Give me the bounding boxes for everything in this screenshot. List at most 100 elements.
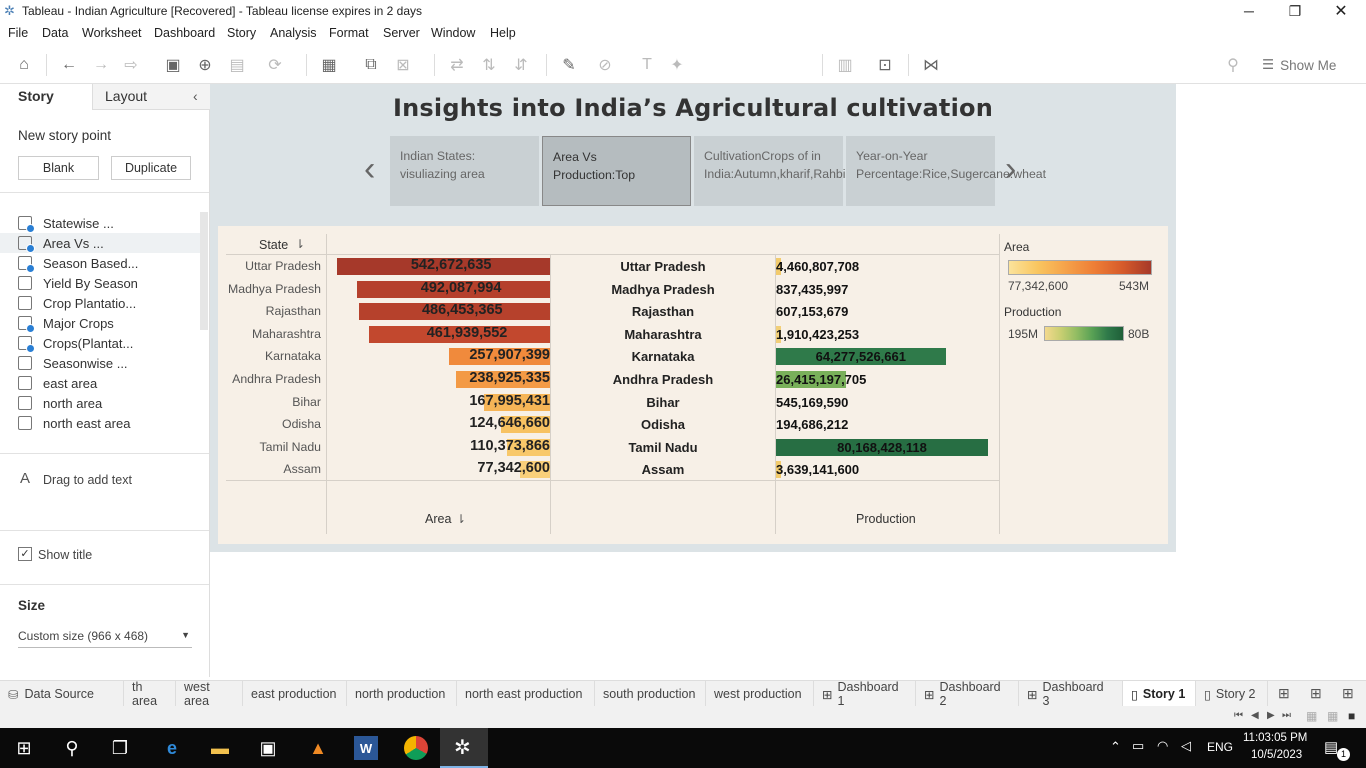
store-icon[interactable]: ▣ [256, 736, 280, 760]
menu-story[interactable]: Story [227, 26, 256, 40]
collapse-pane-icon[interactable]: ‹ [193, 88, 198, 104]
show-title-checkbox[interactable]: ✓ [18, 547, 32, 561]
previous-sheet-icon[interactable]: ◀ [1251, 710, 1259, 721]
story-point-2[interactable]: Area Vs Production:Top [542, 136, 691, 206]
file-explorer-icon[interactable]: ▬ [208, 736, 232, 760]
presentation-mode-icon[interactable]: ⊡ [874, 54, 896, 76]
swap-icon[interactable]: ⇄ [446, 54, 468, 76]
next-sheet-icon[interactable]: ▶ [1267, 710, 1275, 721]
tab-sheet[interactable]: south production [595, 681, 706, 707]
pause-updates-icon[interactable]: ▤ [226, 54, 248, 76]
word-icon[interactable]: W [354, 736, 378, 760]
clock-date[interactable]: 10/5/2023 [1251, 749, 1302, 761]
close-button[interactable]: ✕ [1318, 0, 1364, 22]
restore-button[interactable]: ❐ [1272, 0, 1318, 22]
sheet-item[interactable]: north east area [18, 413, 200, 433]
sheet-item[interactable]: east area [18, 373, 200, 393]
drag-text-label[interactable]: Drag to add text [43, 473, 132, 487]
share-icon[interactable]: ⋈ [920, 54, 942, 76]
viz-row[interactable]: Maharashtra 461,939,552 Maharashtra 1,910,4… [218, 324, 999, 347]
sheet-item[interactable]: Area Vs ... [0, 233, 200, 253]
show-hidden-icons-icon[interactable]: ⌃ [1110, 739, 1121, 755]
tab-sheet[interactable]: west area [176, 680, 243, 708]
attach-icon[interactable]: ⊘ [594, 54, 616, 76]
tableau-taskbar-button[interactable]: ✲ [440, 728, 488, 768]
menu-format[interactable]: Format [329, 26, 369, 40]
story-point-4[interactable]: Year-on-Year Percentage:Rice,Sugercane.w… [846, 136, 1046, 206]
duplicate-sheet-icon[interactable]: ⧉ [360, 54, 382, 76]
tab-dashboard[interactable]: ⊞ Dashboard 2 [916, 680, 1019, 708]
search-icon[interactable]: ⚲ [60, 736, 84, 760]
text-label-icon[interactable]: T [636, 54, 658, 76]
menu-dashboard[interactable]: Dashboard [154, 26, 215, 40]
viz-row[interactable]: Karnataka 257,907,399 Karnataka 64,277,526,… [218, 346, 999, 369]
format-painter-icon[interactable]: ⚲ [1222, 54, 1244, 76]
sort-descending-icon[interactable]: ⇵ [510, 54, 532, 76]
production-color-legend[interactable] [1044, 326, 1124, 341]
first-sheet-icon[interactable]: ⏮ [1234, 710, 1243, 721]
show-cards-icon[interactable]: ▥ [834, 54, 856, 76]
sheet-item[interactable]: Crops(Plantat... [18, 333, 200, 353]
refresh-icon[interactable]: ⟳ [264, 54, 286, 76]
story-point-1[interactable]: Indian States: visuliazing area [390, 136, 539, 206]
menu-server[interactable]: Server [383, 26, 420, 40]
redo-icon[interactable]: → [90, 54, 112, 76]
sort-icon[interactable]: ⇂ [456, 512, 466, 526]
show-sorter-icon[interactable]: ▦ [1327, 709, 1338, 723]
pin-icon[interactable]: ✦ [666, 54, 688, 76]
language-indicator[interactable]: ENG [1207, 740, 1233, 754]
previous-point-icon[interactable]: ‹ [364, 150, 375, 189]
chrome-icon[interactable] [404, 736, 428, 760]
edge-icon[interactable]: e [160, 736, 184, 760]
sheet-item[interactable]: north area [18, 393, 200, 413]
tab-sheet[interactable]: th area [124, 680, 176, 708]
blank-button[interactable]: Blank [18, 156, 99, 180]
home-icon[interactable]: ⌂ [13, 54, 35, 76]
minimize-button[interactable]: ─ [1226, 0, 1272, 22]
tab-data-source[interactable]: ⛁ Data Source [0, 681, 124, 707]
tab-dashboard[interactable]: ⊞ Dashboard 3 [1019, 680, 1123, 708]
new-data-source-icon[interactable]: ⊕ [194, 54, 216, 76]
new-story-tab-icon[interactable]: ⊞ [1342, 685, 1354, 702]
tab-story[interactable]: ▯ Story 2 [1196, 681, 1268, 707]
viz-row[interactable]: Madhya Pradesh 492,087,994 Madhya Pradesh 8… [218, 279, 999, 302]
wifi-icon[interactable]: ◠ [1157, 738, 1168, 754]
last-sheet-icon[interactable]: ⏭ [1282, 710, 1291, 721]
clear-sheet-icon[interactable]: ⊠ [392, 54, 414, 76]
new-dashboard-tab-icon[interactable]: ⊞ [1310, 685, 1322, 702]
menu-help[interactable]: Help [490, 26, 516, 40]
show-filmstrip-icon[interactable]: ▦ [1306, 709, 1317, 723]
size-dropdown[interactable]: Custom size (966 x 468) ▼ [18, 626, 192, 648]
state-header[interactable]: State [259, 238, 288, 252]
tab-sheet[interactable]: north east production [457, 681, 595, 707]
sheet-list-scrollbar[interactable] [200, 212, 208, 330]
sort-ascending-icon[interactable]: ⇅ [478, 54, 500, 76]
menu-data[interactable]: Data [42, 26, 68, 40]
tab-story-1[interactable]: ▯ Story 1 [1123, 681, 1196, 707]
windows-start-icon[interactable]: ⊞ [12, 736, 36, 760]
duplicate-button[interactable]: Duplicate [111, 156, 191, 180]
battery-icon[interactable]: ▭ [1132, 738, 1144, 754]
viz-row[interactable]: Rajasthan 486,453,365 Rajasthan 607,153,679 [218, 301, 999, 324]
highlight-icon[interactable]: ✎ [558, 54, 580, 76]
new-worksheet-tab-icon[interactable]: ⊞ [1278, 685, 1290, 702]
tab-sheet[interactable]: west production [706, 681, 814, 707]
show-me-button[interactable]: ☰ Show Me [1262, 54, 1336, 76]
clock-time[interactable]: 11:03:05 PM [1243, 732, 1307, 744]
story-point-3[interactable]: CultivationCrops of in India:Autumn,khar… [694, 136, 934, 206]
sheet-item[interactable]: Crop Plantatio... [18, 293, 200, 313]
save-icon[interactable]: ▣ [162, 54, 184, 76]
tab-story[interactable]: Story [0, 84, 92, 110]
tab-sheet[interactable]: north production [347, 681, 457, 707]
sort-icon[interactable]: ⇂ [295, 237, 305, 251]
tab-sheet[interactable]: east production [243, 681, 347, 707]
vlc-icon[interactable]: ▲ [306, 736, 330, 760]
viz-row[interactable]: Tamil Nadu 110,373,866 Tamil Nadu 80,168,42… [218, 437, 999, 460]
sheet-item[interactable]: Statewise ... [18, 213, 200, 233]
menu-worksheet[interactable]: Worksheet [82, 26, 142, 40]
next-point-icon[interactable]: › [1005, 150, 1016, 189]
menu-analysis[interactable]: Analysis [270, 26, 317, 40]
area-color-legend[interactable] [1008, 260, 1152, 275]
viz-row[interactable]: Andhra Pradesh 238,925,335 Andhra Pradesh 2… [218, 369, 999, 392]
menu-window[interactable]: Window [431, 26, 475, 40]
